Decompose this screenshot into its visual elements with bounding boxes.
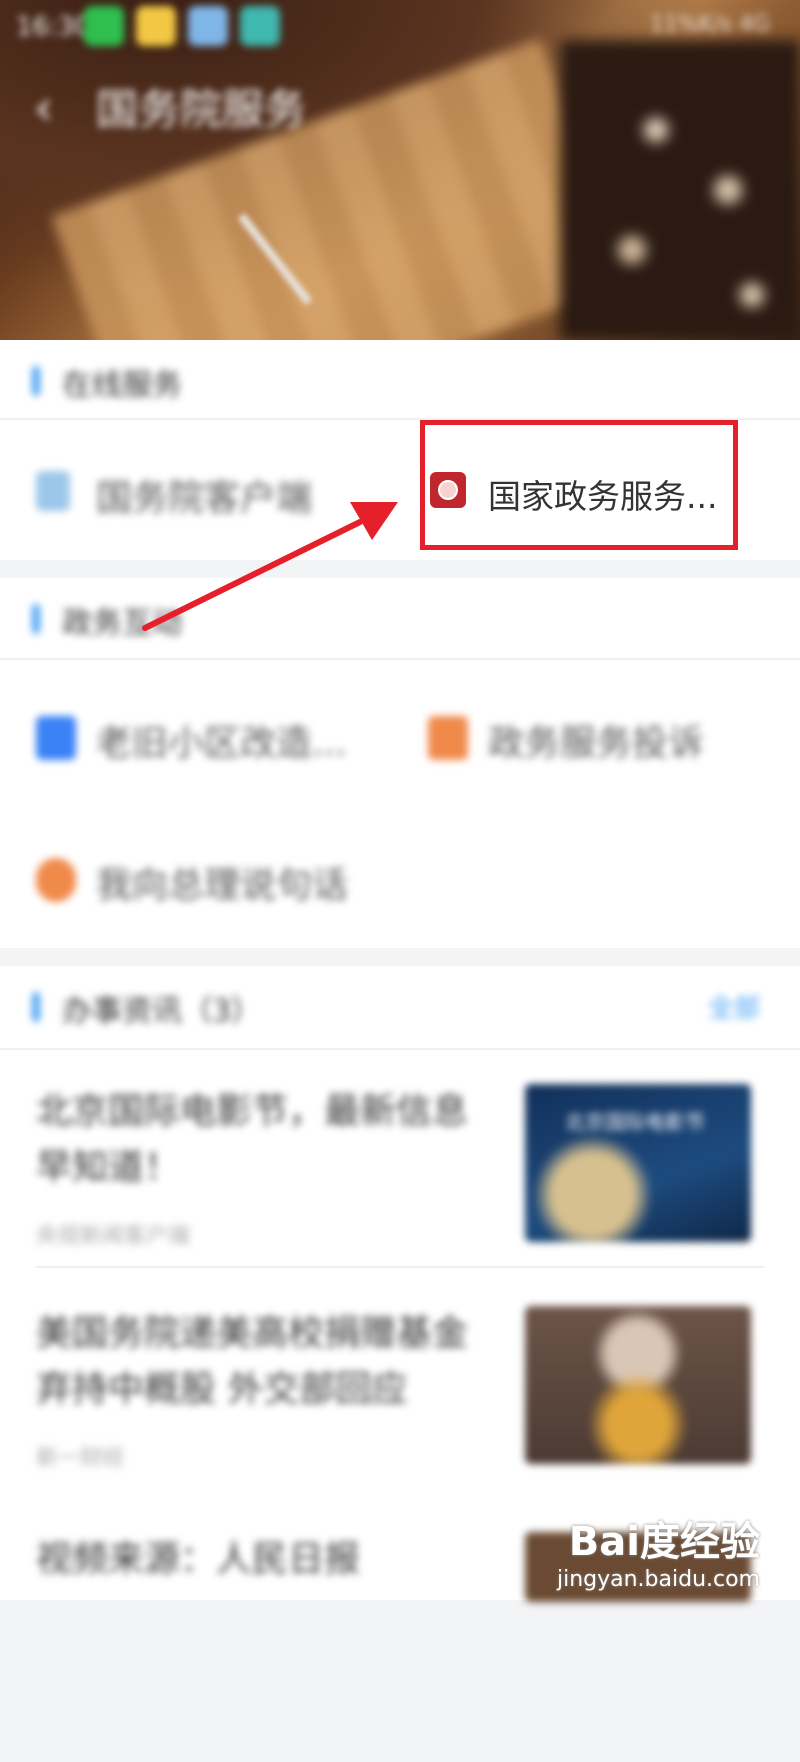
annotation-arrow xyxy=(142,502,398,631)
watermark-url: jingyan.baidu.com xyxy=(556,1567,760,1592)
arrow-shaft xyxy=(142,519,363,631)
watermark: Bai度经验 jingyan.baidu.com xyxy=(557,1509,760,1592)
watermark-logo: Bai度经验 xyxy=(568,1519,760,1565)
